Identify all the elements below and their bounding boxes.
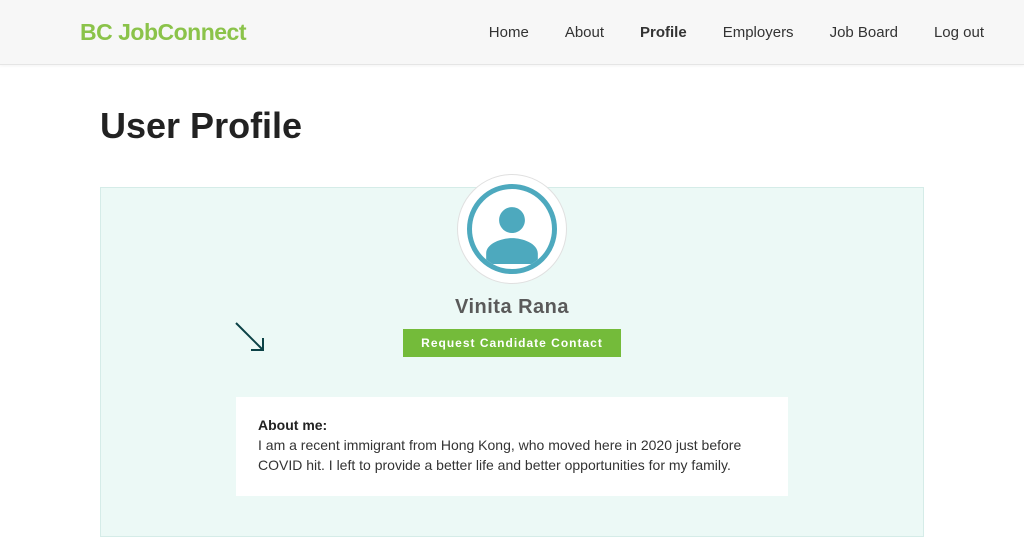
- nav-about[interactable]: About: [565, 24, 604, 41]
- request-contact-button[interactable]: Request Candidate Contact: [403, 329, 621, 357]
- profile-header: Vinita Rana Request Candidate Contact: [101, 174, 923, 357]
- nav-jobboard[interactable]: Job Board: [830, 24, 898, 41]
- nav-profile[interactable]: Profile: [640, 24, 687, 41]
- avatar: [467, 184, 557, 274]
- avatar-container: [457, 174, 567, 284]
- about-label: About me:: [258, 417, 766, 433]
- user-icon: [481, 202, 543, 264]
- about-text: I am a recent immigrant from Hong Kong, …: [258, 435, 766, 476]
- main-nav: Home About Profile Employers Job Board L…: [489, 24, 984, 41]
- page-title: User Profile: [100, 105, 924, 147]
- nav-logout[interactable]: Log out: [934, 24, 984, 41]
- about-section: About me: I am a recent immigrant from H…: [236, 397, 788, 496]
- site-logo[interactable]: BC JobConnect: [80, 19, 246, 46]
- nav-employers[interactable]: Employers: [723, 24, 794, 41]
- page-main: User Profile Vinita Rana Request Candida…: [0, 65, 1024, 537]
- profile-name: Vinita Rana: [455, 296, 569, 319]
- profile-card: Vinita Rana Request Candidate Contact Ab…: [100, 187, 924, 537]
- site-header: BC JobConnect Home About Profile Employe…: [0, 0, 1024, 65]
- nav-home[interactable]: Home: [489, 24, 529, 41]
- arrow-annotation-icon: [231, 318, 273, 365]
